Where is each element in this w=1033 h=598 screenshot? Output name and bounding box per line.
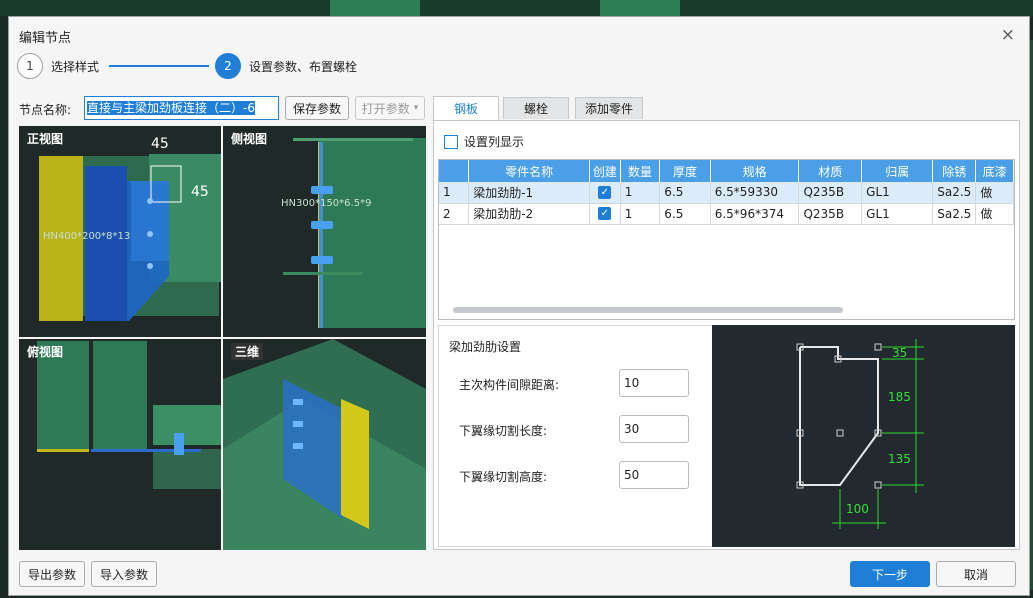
next-step-button[interactable]: 下一步 <box>850 561 930 587</box>
cut-height-label: 下翼缘切割高度: <box>459 470 548 484</box>
cancel-button[interactable]: 取消 <box>936 561 1016 587</box>
thickness-cell[interactable]: 6.5 <box>659 203 711 225</box>
import-params-button[interactable]: 导入参数 <box>91 561 157 587</box>
steel-plate-panel: 设置列显示 零件名称 创建 数量 厚度 规格 材质 归属 除锈 底漆 1 梁加劲… <box>433 120 1020 550</box>
step-1-number: 1 <box>17 53 43 79</box>
stiffener-settings-title: 梁加劲肋设置 <box>449 340 522 354</box>
front-dim-right: 45 <box>191 184 209 200</box>
col-header-spec[interactable]: 规格 <box>710 160 800 182</box>
top-view-drawing <box>37 341 221 489</box>
qty-cell[interactable]: 1 <box>620 203 661 225</box>
stiffener-settings: 梁加劲肋设置 主次构件间隙距离: 10 下翼缘切割长度: 30 下翼缘切割高度:… <box>438 325 714 547</box>
gap-distance-label: 主次构件间隙距离: <box>459 378 560 392</box>
front-dim-top: 45 <box>151 136 169 152</box>
material-cell[interactable]: Q235B <box>798 203 863 225</box>
set-columns-label: 设置列显示 <box>464 135 525 149</box>
table-row[interactable]: 1 梁加劲肋-1 ✓ 1 6.5 6.5*59330 Q235B GL1 Sa2… <box>439 182 1014 204</box>
edit-node-dialog: 编辑节点 × 1 选择样式 2 设置参数、布置螺栓 节点名称: 直接与主梁加劲板… <box>8 16 1030 596</box>
open-params-label: 打开参数 <box>361 101 410 116</box>
side-beam-label: HN300*150*6.5*9 <box>281 198 371 209</box>
columns-settings-icon <box>444 134 458 149</box>
part-name-cell[interactable]: 梁加劲肋-2 <box>468 203 590 225</box>
rust-cell[interactable]: Sa2.5 <box>932 203 977 225</box>
node-name-input[interactable]: 直接与主梁加劲板连接（二）-6 <box>84 96 279 120</box>
node-name-label: 节点名称: <box>19 103 72 117</box>
step-1[interactable]: 1 选择样式 <box>17 53 99 79</box>
col-header-rust[interactable]: 除锈 <box>932 160 977 182</box>
cut-length-label: 下翼缘切割长度: <box>459 424 548 438</box>
tab-steel-plate[interactable]: 钢板 <box>433 96 499 120</box>
step-1-label: 选择样式 <box>51 59 100 74</box>
node-name-value: 直接与主梁加劲板连接（二）-6 <box>87 101 255 115</box>
col-header-primer[interactable]: 底漆 <box>975 160 1014 182</box>
gap-distance-input[interactable]: 10 <box>619 369 689 397</box>
table-row[interactable]: 2 梁加劲肋-2 ✓ 1 6.5 6.5*96*374 Q235B GL1 Sa… <box>439 203 1014 225</box>
step-2-number: 2 <box>215 53 241 79</box>
part-name-cell[interactable]: 梁加劲肋-1 <box>468 182 590 204</box>
chevron-down-icon: ▾ <box>413 103 419 113</box>
material-cell[interactable]: Q235B <box>798 182 863 204</box>
col-header-thickness[interactable]: 厚度 <box>659 160 711 182</box>
step-2[interactable]: 2 设置参数、布置螺栓 <box>215 53 357 79</box>
row-index: 1 <box>439 182 470 204</box>
spec-cell[interactable]: 6.5*96*374 <box>710 203 800 225</box>
side-view-drawing: HN300*150*6.5*9 <box>281 138 426 328</box>
cut-length-input[interactable]: 30 <box>619 415 689 443</box>
3d-view-drawing <box>223 339 426 550</box>
front-view-label: 正视图 <box>27 132 64 146</box>
tab-add-part[interactable]: 添加零件 <box>575 97 643 119</box>
open-params-dropdown[interactable]: 打开参数 ▾ <box>355 96 425 120</box>
create-checkbox-cell[interactable]: ✓ <box>589 203 621 225</box>
primer-cell[interactable]: 做 <box>975 203 1014 225</box>
step-connector-line <box>109 65 209 67</box>
dim-135: 135 <box>888 452 911 466</box>
top-view-label: 俯视图 <box>27 345 64 359</box>
stiffener-shape-drawing: 35 185 135 100 <box>796 339 924 529</box>
front-beam-label: HN400*200*8*13 <box>43 231 130 242</box>
set-columns-button[interactable]: 设置列显示 <box>444 133 524 150</box>
qty-cell[interactable]: 1 <box>620 182 661 204</box>
save-params-button[interactable]: 保存参数 <box>285 96 349 120</box>
front-view-drawing: 45 45 HN400*200*8*13 <box>39 136 221 321</box>
spec-cell[interactable]: 6.5*59330 <box>710 182 800 204</box>
dialog-title: 编辑节点 <box>19 31 72 46</box>
tab-bolts[interactable]: 螺栓 <box>503 97 569 119</box>
primer-cell[interactable]: 做 <box>975 182 1014 204</box>
col-header-material[interactable]: 材质 <box>798 160 863 182</box>
col-header-name[interactable]: 零件名称 <box>468 160 590 182</box>
side-view-preview[interactable]: 侧视图 HN300*150*6.5*9 <box>223 126 426 337</box>
cut-height-input[interactable]: 50 <box>619 461 689 489</box>
dim-185: 185 <box>888 390 911 404</box>
dim-35: 35 <box>892 346 907 360</box>
side-view-label: 侧视图 <box>231 132 268 146</box>
col-header-create[interactable]: 创建 <box>589 160 621 182</box>
close-icon[interactable]: × <box>1001 25 1015 45</box>
rust-cell[interactable]: Sa2.5 <box>932 182 977 204</box>
dim-100: 100 <box>846 502 869 516</box>
col-header-owner[interactable]: 归属 <box>861 160 934 182</box>
owner-cell[interactable]: GL1 <box>861 182 934 204</box>
stiffener-diagram: 35 185 135 100 <box>712 325 1015 547</box>
front-view-preview[interactable]: 正视图 45 45 HN400*200*8*13 <box>19 126 221 337</box>
col-header-index <box>439 160 470 182</box>
horizontal-scrollbar[interactable] <box>453 307 843 313</box>
row-index: 2 <box>439 203 470 225</box>
owner-cell[interactable]: GL1 <box>861 203 934 225</box>
col-header-qty[interactable]: 数量 <box>620 160 661 182</box>
3d-view-label: 三维 <box>231 343 264 360</box>
checkbox-checked-icon[interactable]: ✓ <box>598 207 612 220</box>
top-view-preview[interactable]: 俯视图 <box>19 339 221 550</box>
checkbox-checked-icon[interactable]: ✓ <box>598 185 612 199</box>
3d-view-preview[interactable]: 三维 <box>223 339 426 550</box>
create-checkbox-cell[interactable]: ✓ <box>589 182 621 204</box>
step-2-label: 设置参数、布置螺栓 <box>249 59 358 74</box>
parts-table[interactable]: 零件名称 创建 数量 厚度 规格 材质 归属 除锈 底漆 1 梁加劲肋-1 ✓ … <box>438 159 1015 320</box>
export-params-button[interactable]: 导出参数 <box>19 561 85 587</box>
thickness-cell[interactable]: 6.5 <box>659 182 711 204</box>
